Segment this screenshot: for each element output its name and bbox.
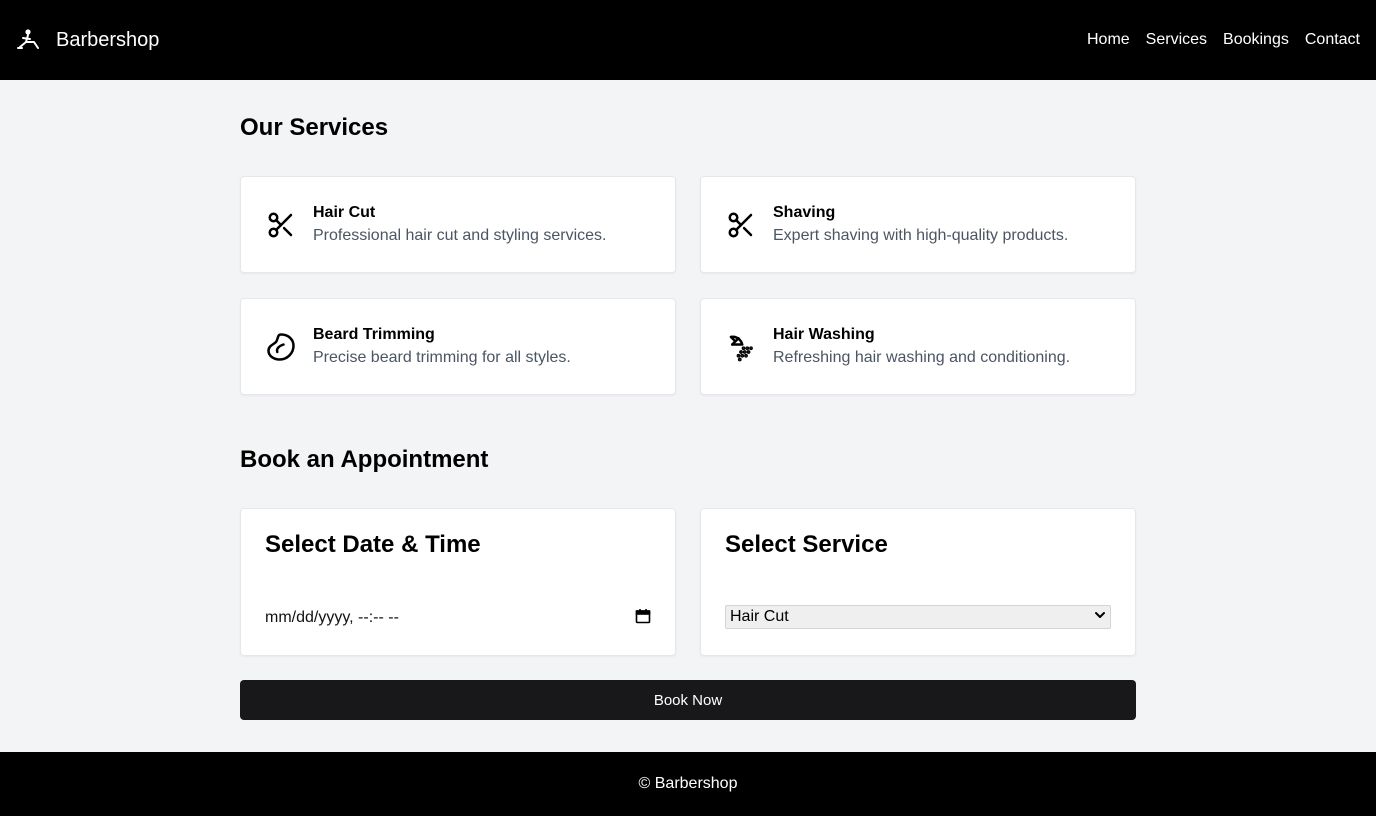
- service-card-shaving: Shaving Expert shaving with high-quality…: [700, 176, 1136, 273]
- main-nav: Home Services Bookings Contact: [1087, 31, 1360, 49]
- service-select[interactable]: Hair Cut: [725, 605, 1111, 629]
- brand-name: Barbershop: [56, 28, 160, 51]
- barber-chair-icon: [16, 28, 40, 52]
- service-card-hair-washing: Hair Washing Refreshing hair washing and…: [700, 298, 1136, 395]
- book-now-button[interactable]: Book Now: [240, 680, 1136, 720]
- date-time-card: Select Date & Time mm/dd/yyyy, --:-- --: [240, 508, 676, 656]
- service-name: Hair Cut: [313, 203, 376, 221]
- footer-text: © Barbershop: [638, 775, 738, 792]
- nav-contact[interactable]: Contact: [1305, 31, 1360, 49]
- beard-icon: [265, 331, 297, 363]
- service-description: Professional hair cut and styling servic…: [313, 226, 607, 244]
- top-nav-bar: Barbershop Home Services Bookings Contac…: [0, 0, 1376, 80]
- shower-icon: [725, 331, 757, 363]
- service-select-value: Hair Cut: [730, 608, 789, 625]
- scissors-icon: [725, 209, 757, 241]
- service-select-card: Select Service Hair Cut: [700, 508, 1136, 656]
- date-card-title: Select Date & Time: [265, 531, 481, 558]
- service-name: Hair Washing: [773, 325, 875, 343]
- service-description: Expert shaving with high-quality product…: [773, 226, 1069, 244]
- datetime-input[interactable]: mm/dd/yyyy, --:-- --: [265, 607, 651, 629]
- service-name: Shaving: [773, 203, 836, 221]
- chevron-down-icon: [1094, 608, 1106, 626]
- service-card-beard-trimming: Beard Trimming Precise beard trimming fo…: [240, 298, 676, 395]
- service-card-hair-cut: Hair Cut Professional hair cut and styli…: [240, 176, 676, 273]
- booking-title: Book an Appointment: [240, 446, 489, 473]
- scissors-icon: [265, 209, 297, 241]
- datetime-placeholder: mm/dd/yyyy, --:-- --: [265, 609, 399, 626]
- service-card-title: Select Service: [725, 531, 888, 558]
- service-name: Beard Trimming: [313, 325, 435, 343]
- nav-services[interactable]: Services: [1146, 31, 1207, 49]
- nav-bookings[interactable]: Bookings: [1223, 31, 1289, 49]
- nav-home[interactable]: Home: [1087, 31, 1130, 49]
- service-description: Precise beard trimming for all styles.: [313, 348, 571, 366]
- calendar-icon[interactable]: [635, 608, 651, 629]
- footer: © Barbershop: [0, 752, 1376, 816]
- brand[interactable]: Barbershop: [16, 28, 159, 52]
- service-description: Refreshing hair washing and conditioning…: [773, 348, 1071, 366]
- services-title: Our Services: [240, 114, 389, 141]
